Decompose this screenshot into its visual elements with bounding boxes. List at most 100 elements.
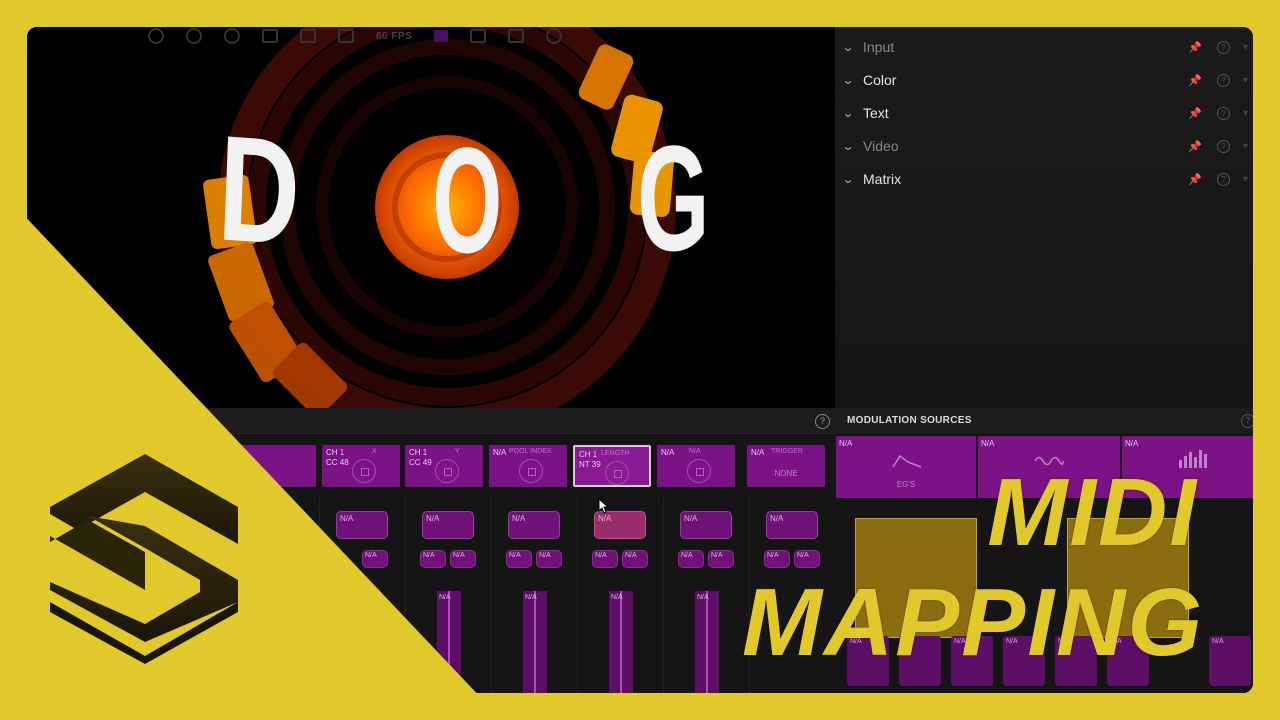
slot-knob[interactable]	[352, 459, 376, 483]
slot-channel: N/A	[493, 448, 507, 457]
chevron-down-icon: ⌄	[841, 172, 855, 186]
menu-icon[interactable]: ▾	[1243, 42, 1248, 53]
mapping-slot-pool-index[interactable]: N/A POOL INDEX	[489, 445, 567, 487]
help-icon[interactable]: ?	[1217, 40, 1230, 54]
slot-channel: N/A	[751, 448, 765, 457]
slot-knob[interactable]	[435, 459, 459, 483]
column-button[interactable]: N/A	[766, 511, 818, 539]
section-label: Matrix	[863, 171, 902, 187]
mod-tile-label: EG'S	[896, 480, 916, 489]
slot-param: POOL INDEX	[509, 448, 552, 455]
controller-icon[interactable]	[262, 29, 278, 43]
column-small-button[interactable]: N/A	[592, 550, 618, 568]
column-button[interactable]: N/A	[594, 511, 646, 539]
mapping-column: N/A N/A N/A N/A	[491, 497, 578, 693]
chevron-down-icon: ⌄	[841, 139, 855, 153]
help-icon[interactable]: ?	[1217, 73, 1230, 87]
column-small-button[interactable]: N/A	[506, 550, 532, 568]
chevron-down-icon: ⌄	[841, 40, 855, 54]
section-label: Text	[863, 105, 889, 121]
column-small-button[interactable]: N/A	[794, 550, 820, 568]
slot-channel: N/A	[661, 448, 675, 457]
mapping-slot-na[interactable]: N/A N/A	[657, 445, 735, 487]
menu-icon[interactable]: ▾	[1243, 108, 1248, 119]
canvas-letter-g: G	[637, 114, 710, 282]
column-button[interactable]: N/A	[680, 511, 732, 539]
overlay-title-midi: MIDI	[987, 459, 1198, 566]
menu-icon[interactable]: ▾	[1243, 75, 1248, 86]
mapping-slot-x[interactable]: CH 1 CC 48 X	[322, 445, 400, 487]
pin-icon[interactable]: 📌	[1188, 74, 1202, 87]
mod-tile-na: N/A	[839, 439, 853, 448]
column-small-button[interactable]: N/A	[450, 550, 476, 568]
mod-tile-na: N/A	[981, 439, 995, 448]
help-icon[interactable]: ?	[1241, 414, 1253, 428]
mapping-column: N/A N/A N/A N/A	[577, 497, 664, 693]
bottom-tile[interactable]: N/A	[1209, 636, 1251, 686]
menu-icon[interactable]: ▾	[1243, 141, 1248, 152]
column-small-button[interactable]: N/A	[536, 550, 562, 568]
modulation-sources-title: MODULATION SOURCES	[847, 415, 972, 426]
column-button[interactable]: N/A	[336, 511, 388, 539]
pin-icon[interactable]: 📌	[1188, 107, 1202, 120]
modulation-sources-header: MODULATION SOURCES ?	[835, 408, 1253, 433]
pin-icon[interactable]: 📌	[1188, 140, 1202, 153]
section-matrix[interactable]: ⌄ Matrix 📌 ? ▾	[835, 164, 1253, 194]
pin-icon[interactable]: 📌	[1188, 173, 1202, 186]
slot-param: LENGTH	[601, 450, 630, 457]
slot-param: X	[372, 448, 377, 455]
column-button[interactable]: N/A	[508, 511, 560, 539]
folder-icon[interactable]	[508, 29, 525, 43]
column-fader[interactable]: N/A	[523, 591, 547, 693]
column-small-button[interactable]: N/A	[362, 550, 388, 568]
section-text[interactable]: ⌄ Text 📌 ? ▾	[835, 98, 1253, 128]
canvas-letter-d: D	[215, 103, 304, 277]
column-fader[interactable]: N/A	[695, 591, 719, 693]
canvas-letter-o: O	[432, 116, 503, 284]
help-icon[interactable]	[148, 28, 164, 44]
mod-tile-egs[interactable]: N/A EG'S	[836, 436, 976, 498]
overlay-title-mapping: MAPPING	[741, 569, 1204, 676]
column-small-button[interactable]: N/A	[420, 550, 446, 568]
column-small-button[interactable]: N/A	[678, 550, 704, 568]
window-icon[interactable]	[338, 29, 354, 43]
section-video[interactable]: ⌄ Video 📌 ? ▾	[835, 131, 1253, 161]
column-small-button[interactable]: N/A	[764, 550, 790, 568]
mouse-cursor-icon	[598, 498, 610, 514]
chevron-down-icon: ⌄	[841, 73, 855, 87]
section-input[interactable]: ⌄ Input 📌 ? ▾	[835, 32, 1253, 62]
chevron-down-icon: ⌄	[841, 106, 855, 120]
mapping-slot-trigger[interactable]: N/A TRIGGER NONE	[747, 445, 825, 487]
slot-param: N/A	[689, 448, 701, 455]
help-icon[interactable]: ?	[815, 414, 830, 429]
slot-knob[interactable]	[519, 459, 543, 483]
slot-param: Y	[455, 448, 460, 455]
mapping-slot-y[interactable]: CH 1 CC 49 Y	[405, 445, 483, 487]
menu-icon[interactable]: ▾	[1243, 174, 1248, 185]
section-color[interactable]: ⌄ Color 📌 ? ▾	[835, 65, 1253, 95]
slot-channel: CH 1 NT 39	[579, 450, 601, 469]
camera-icon[interactable]	[470, 29, 487, 43]
mapping-slot-length[interactable]: CH 1 NT 39 LENGTH	[573, 445, 651, 487]
mod-tile-na: N/A	[1125, 439, 1139, 448]
column-button[interactable]: N/A	[422, 511, 474, 539]
midi-flag-icon[interactable]	[434, 30, 449, 42]
help-icon[interactable]: ?	[1217, 106, 1230, 120]
undo-icon[interactable]	[186, 28, 202, 44]
help-icon[interactable]: ?	[1217, 139, 1230, 153]
fps-readout: 60 FPS	[376, 30, 413, 42]
column-small-button[interactable]: N/A	[622, 550, 648, 568]
pin-icon[interactable]: 📌	[1188, 41, 1202, 54]
column-fader[interactable]: N/A	[609, 591, 633, 693]
slot-knob[interactable]	[687, 459, 711, 483]
settings-icon[interactable]	[546, 28, 563, 44]
redo-icon[interactable]	[224, 28, 240, 44]
slot-channel: CH 1 CC 48	[326, 448, 349, 467]
help-icon[interactable]: ?	[1217, 172, 1230, 186]
top-toolbar: 60 FPS	[140, 27, 808, 45]
properties-panel: ⌄ Input 📌 ? ▾ ⌄ Color 📌 ? ▾ ⌄ Text 📌 ? ▾…	[835, 27, 1253, 408]
brand-logo-icon	[50, 454, 238, 664]
slot-knob[interactable]	[605, 461, 629, 485]
column-small-button[interactable]: N/A	[708, 550, 734, 568]
fullscreen-icon[interactable]	[300, 29, 316, 43]
